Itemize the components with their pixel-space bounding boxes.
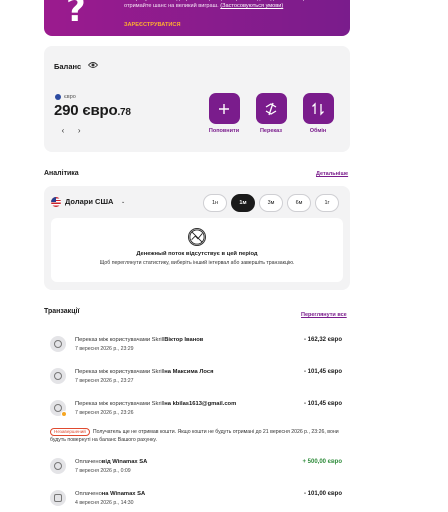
payment-icon <box>50 490 66 506</box>
eu-flag-icon <box>55 94 61 100</box>
analytics-card: Долари США ⌄ 1н 1м 3м 6м 1г Денежный пот… <box>44 186 350 290</box>
transaction-amount: - 101,45 євро <box>303 401 342 407</box>
plus-icon <box>219 103 229 114</box>
period-selector: 1н 1м 3м 6м 1г <box>203 194 339 212</box>
transaction-name: Оплаченона Winamax SA <box>75 491 145 497</box>
chevron-right-icon[interactable]: › <box>72 124 86 138</box>
pending-warning-text: Получатель ще не отримав кошти. Якщо кош… <box>50 429 339 443</box>
transaction-type: Оплачено <box>75 459 102 465</box>
no-data-icon <box>188 228 206 246</box>
period-1w[interactable]: 1н <box>203 194 227 212</box>
period-1m[interactable]: 1м <box>231 194 255 212</box>
transfer-button[interactable] <box>255 93 287 124</box>
transaction-name: Оплаченовід Winamax SA <box>75 459 147 465</box>
promo-terms-link[interactable]: (Застосовуються умови) <box>220 3 283 9</box>
transaction-date: 7 вересня 2026 р., 23:26 <box>75 410 134 416</box>
transaction-amount: - 101,45 євро <box>303 369 342 375</box>
top-up-label: Поповнити <box>208 128 240 134</box>
pending-warning: Незавершений Получатель ще не отримав кош… <box>50 428 346 444</box>
transaction-date: 7 вересня 2026 р., 0:09 <box>75 468 131 474</box>
pending-tag: Незавершений <box>50 428 90 436</box>
transaction-row[interactable]: Оплаченовід Winamax SA 7 вересня 2026 р.… <box>50 456 346 478</box>
question-mark-icon: ? <box>66 0 86 30</box>
top-up-button[interactable] <box>208 93 240 124</box>
balance-pager: ‹ › <box>56 124 86 138</box>
transfer-icon <box>265 102 277 115</box>
transaction-type: Переказ між користувачами Skrill <box>75 401 165 407</box>
transaction-party: на kbilas1613@gmail.com <box>164 401 237 407</box>
period-6m[interactable]: 6м <box>287 194 311 212</box>
balance-amount-cents: .78 <box>117 107 131 118</box>
transaction-party: Віктор Іванов <box>164 337 204 343</box>
transaction-type: Оплачено <box>75 491 102 497</box>
currency-selector[interactable]: Долари США <box>65 197 113 206</box>
transaction-amount: - 162,32 євро <box>303 337 342 343</box>
top-up-action[interactable]: Поповнити <box>204 93 244 134</box>
transfer-action[interactable]: Переказ <box>251 93 291 134</box>
transaction-row[interactable]: Оплаченона Winamax SA 4 вересня 2026 р.,… <box>50 488 346 510</box>
transaction-type: Переказ між користувачами Skrill <box>75 337 165 343</box>
pending-badge-icon <box>61 411 67 417</box>
transaction-row[interactable]: Переказ між користувачами Skrillна kbila… <box>50 398 346 420</box>
eye-icon[interactable] <box>88 61 98 69</box>
transaction-name: Переказ між користувачами Skrillна Макси… <box>75 369 214 375</box>
chevron-down-icon[interactable]: ⌄ <box>121 199 125 205</box>
promo-banner[interactable]: ? Не пропустіть наш одноразовий розіграш… <box>44 0 350 36</box>
currency-code: євро <box>64 94 76 100</box>
transaction-amount: - 101,00 євро <box>303 491 342 497</box>
transactions-title: Транзакції <box>44 308 80 315</box>
transaction-name: Переказ між користувачами Skrillна kbila… <box>75 401 236 407</box>
exchange-button[interactable] <box>302 93 334 124</box>
transaction-party: від Winamax SA <box>101 459 148 465</box>
transaction-row[interactable]: Переказ між користувачами SkrillВіктор І… <box>50 334 346 356</box>
transaction-date: 7 вересня 2026 р., 23:29 <box>75 346 134 352</box>
empty-subtitle: Щоб переглянути статистику, виберіть інш… <box>99 260 295 266</box>
transaction-date: 4 вересня 2026 р., 14:30 <box>75 500 134 506</box>
empty-title: Денежный поток відсутствує в цей період <box>136 251 258 257</box>
user-icon <box>50 458 66 474</box>
promo-text: Не пропустіть наш одноразовий розіграш п… <box>124 0 344 10</box>
empty-state: Денежный поток відсутствує в цей період … <box>51 218 343 282</box>
view-all-link[interactable]: Переглянути все <box>301 312 347 318</box>
us-flag-icon <box>51 197 61 207</box>
user-icon <box>50 336 66 352</box>
user-icon <box>50 368 66 384</box>
transaction-amount: + 500,00 євро <box>302 459 342 465</box>
transfer-label: Переказ <box>259 128 283 134</box>
chevron-left-icon[interactable]: ‹ <box>56 124 70 138</box>
transaction-type: Переказ між користувачами Skrill <box>75 369 165 375</box>
balance-title: Баланс <box>54 62 82 71</box>
user-icon <box>50 400 67 417</box>
transaction-party: на Максима Лося <box>164 369 214 375</box>
transaction-date: 7 вересня 2026 р., 23:27 <box>75 378 134 384</box>
analytics-details-link[interactable]: Детальніше <box>316 171 348 177</box>
analytics-title: Аналітика <box>44 170 79 177</box>
promo-register-button[interactable]: ЗАРЕЄСТРУВАТИСЯ <box>124 22 180 28</box>
exchange-icon <box>312 101 324 116</box>
balance-amount: 290 євро.78 <box>54 102 131 119</box>
transaction-party: на Winamax SA <box>101 491 146 497</box>
transaction-name: Переказ між користувачами SkrillВіктор І… <box>75 337 203 343</box>
transaction-row[interactable]: Переказ між користувачами Skrillна Макси… <box>50 366 346 388</box>
period-3m[interactable]: 3м <box>259 194 283 212</box>
exchange-label: Обмін <box>309 128 327 134</box>
balance-amount-main: 290 євро <box>54 102 118 119</box>
period-1y[interactable]: 1г <box>315 194 339 212</box>
exchange-action[interactable]: Обмін <box>298 93 338 134</box>
balance-card: Баланс євро 290 євро.78 ‹ › Поповнити Пе… <box>44 46 350 152</box>
